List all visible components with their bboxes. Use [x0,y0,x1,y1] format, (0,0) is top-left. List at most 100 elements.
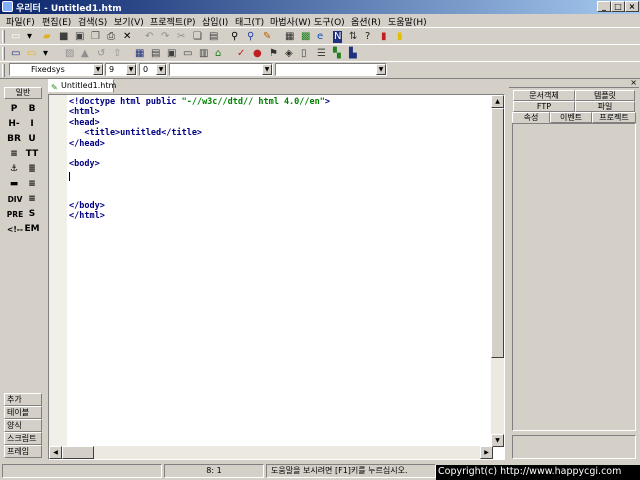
panel-header[interactable]: × [509,78,639,88]
scroll-right-icon[interactable]: ▶ [480,446,493,459]
code-text[interactable]: <!doctype html public "-//w3c//dtd// htm… [69,97,489,222]
bar-chart-button[interactable]: ▙ [347,47,361,60]
palette-tag-button[interactable]: H- [6,118,22,131]
tab-document-objects[interactable]: 문서객체 [513,90,575,101]
save-all-button[interactable]: ▣ [73,30,87,43]
palette-tag-button[interactable]: <!-- [6,223,24,236]
find-button[interactable]: ⚲ [229,30,243,43]
palette-tag-button[interactable]: S [24,208,40,221]
publish-button[interactable]: ⇧ [111,47,125,60]
style-select[interactable]: ▼ [169,63,273,76]
window-button[interactable]: ▭ [9,47,23,60]
palette-tag-button[interactable]: TT [24,148,40,161]
properties-grid[interactable] [512,123,636,431]
book-button[interactable]: ▮ [379,30,393,43]
layout-button[interactable]: ▥ [197,47,211,60]
link-check-button[interactable]: ⚑ [267,47,281,60]
tab-ftp[interactable]: FTP [513,101,575,112]
redo-button[interactable]: ↷ [159,30,173,43]
spacing-select[interactable]: 0 ▼ [139,63,167,76]
help-button[interactable]: ? [363,30,377,43]
palette-tag-button[interactable]: EM [24,223,40,236]
find-replace-button[interactable]: ⚲ [245,30,259,43]
preview-netscape-button[interactable]: N [331,30,345,43]
palette-tag-button[interactable]: I [24,118,40,131]
bookmark-button[interactable]: ▮ [395,30,409,43]
palette-tab-table[interactable]: 테이블 [4,406,42,419]
print-button[interactable]: ⎙ [105,30,119,43]
tab-templates[interactable]: 템플릿 [575,90,635,101]
copy-file-button[interactable]: ❐ [89,30,103,43]
class-select[interactable]: ▼ [275,63,387,76]
delete-button[interactable]: ✕ [121,30,135,43]
palette-tag-button[interactable]: ≣ [24,163,40,176]
palette-tab-form[interactable]: 양식 [4,419,42,432]
palette-tag-button[interactable]: ≡ [24,193,40,206]
palette-tag-button[interactable]: PRE [6,208,24,221]
replace-button[interactable]: ✎ [261,30,275,43]
palette-tag-button[interactable]: ≡ [6,148,22,161]
new-document-button[interactable]: ▭ [9,30,23,43]
palette-tag-button[interactable]: U [24,133,40,146]
palette-tab-frame[interactable]: 프레임 [4,445,42,458]
document-tab[interactable]: ✎ Untitled1.htm [48,79,116,93]
home-button[interactable]: ⌂ [213,47,227,60]
open-folder-button[interactable]: ▰ [41,30,55,43]
tab-files[interactable]: 파일 [575,101,635,112]
cut-button[interactable]: ✂ [175,30,189,43]
maximize-button[interactable]: □ [611,1,625,12]
close-button[interactable]: × [625,1,639,12]
tag-button[interactable]: ◈ [283,47,297,60]
title-bar[interactable]: 우리터 - Untitled1.htm _ □ × [0,0,640,14]
upload-button[interactable]: ▲ [79,47,93,60]
image-button[interactable]: ▩ [299,30,313,43]
toolbar-grip[interactable] [2,47,5,60]
grid-button[interactable]: ▤ [149,47,163,60]
undo-button[interactable]: ↶ [143,30,157,43]
palette-tab-script[interactable]: 스크립트 [4,432,42,445]
scroll-up-icon[interactable]: ▲ [491,95,504,108]
sync-button[interactable]: ↺ [95,47,109,60]
page-button[interactable]: ▯ [299,47,313,60]
new-from-template-button[interactable]: ▭ [25,47,39,60]
panel-close-icon[interactable]: × [630,78,637,87]
palette-tag-button[interactable]: BR [6,133,22,146]
ftp-button[interactable]: ⇅ [347,30,361,43]
palette-tab-add[interactable]: 추가 [4,393,42,406]
chart-button[interactable]: ▚ [331,47,345,60]
font-select[interactable]: Fixedsys ▼ [9,63,104,76]
color-picker-button[interactable]: ● [251,47,265,60]
html-validate-button[interactable]: ▦ [283,30,297,43]
save-button[interactable]: ■ [57,30,71,43]
form-button[interactable]: ▭ [181,47,195,60]
spell-check-button[interactable]: ✓ [235,47,249,60]
chevron-down-icon[interactable]: ▼ [262,64,272,75]
palette-tag-button[interactable]: ▬ [6,178,22,191]
code-editor[interactable]: <!doctype html public "-//w3c//dtd// htm… [48,94,505,460]
horizontal-scroll-thumb[interactable] [62,446,94,459]
copy-button[interactable]: ❏ [191,30,205,43]
app-icon[interactable] [2,1,13,12]
new-dropdown-button[interactable]: ▾ [25,30,39,43]
toolbar-grip[interactable] [2,64,5,77]
vertical-scroll-thumb[interactable] [491,108,504,358]
list-button[interactable]: ☰ [315,47,329,60]
font-size-select[interactable]: 9 ▼ [105,63,137,76]
palette-tag-button[interactable]: B [24,103,40,116]
palette-tag-button[interactable]: ⚓ [6,163,22,176]
minimize-button[interactable]: _ [597,1,611,12]
palette-tab-general[interactable]: 일반 [4,87,42,99]
horizontal-scrollbar[interactable]: ◀ ▶ [49,446,493,459]
frame-button[interactable]: ▣ [165,47,179,60]
chevron-down-icon[interactable]: ▼ [126,64,136,75]
scroll-left-icon[interactable]: ◀ [49,446,62,459]
template-dropdown-button[interactable]: ▾ [41,47,55,60]
preview-ie-button[interactable]: e [315,30,329,43]
palette-tag-button[interactable]: P [6,103,22,116]
table-button[interactable]: ▦ [133,47,147,60]
palette-tag-button[interactable]: DIV [6,193,24,206]
tab-events[interactable]: 이벤트 [550,112,592,123]
tab-properties[interactable]: 속성 [512,112,550,123]
paste-button[interactable]: ▤ [207,30,221,43]
chevron-down-icon[interactable]: ▼ [93,64,103,75]
